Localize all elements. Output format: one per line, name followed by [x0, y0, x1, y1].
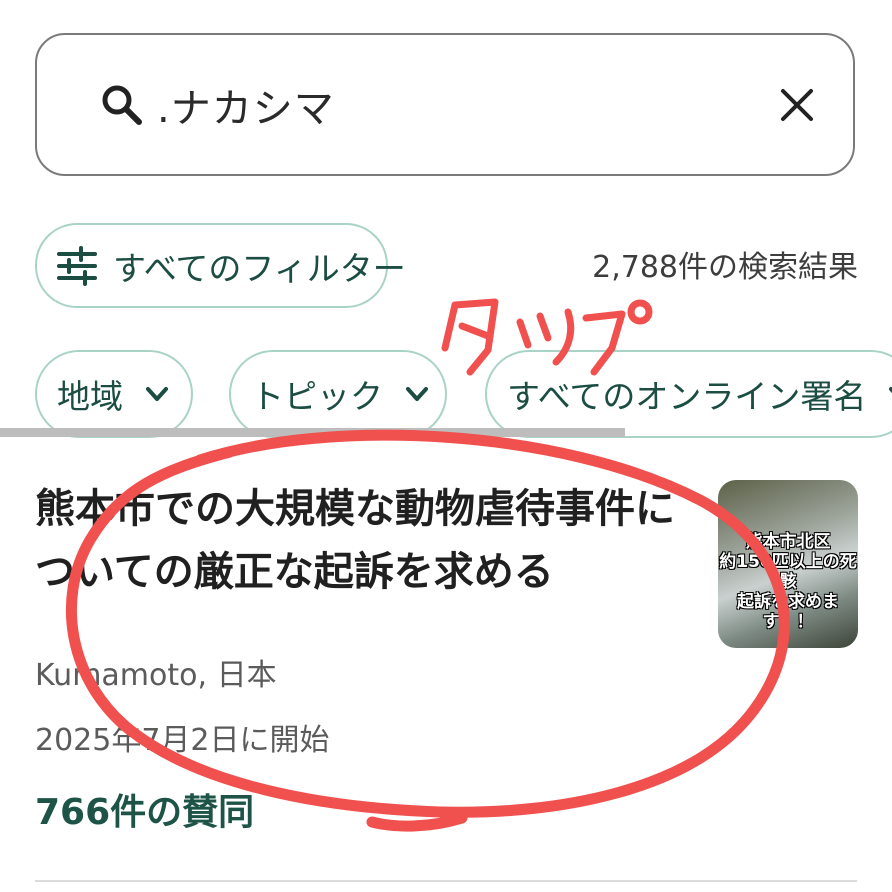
petition-title[interactable]: 熊本市での大規模な動物虐待事件についての厳正な起訴を求める [35, 478, 675, 604]
supporter-count: 766件の賛同 [35, 792, 255, 833]
chip-region[interactable]: 地域 [35, 350, 193, 438]
all-filters-button[interactable]: すべてのフィルター [35, 223, 406, 308]
horizontal-scrollbar[interactable] [0, 428, 625, 437]
thumbnail-caption: 熊本市北区 約150匹以上の死骸 起訴を求めます！！ [719, 532, 857, 632]
chevron-down-icon [406, 387, 428, 401]
close-icon[interactable] [777, 85, 817, 125]
search-input[interactable]: .ナカシマ [157, 76, 335, 134]
chip-label: トピック [251, 377, 383, 416]
divider [35, 880, 857, 882]
chevron-down-icon [146, 387, 168, 401]
sliders-icon [57, 245, 97, 286]
chip-label: 地域 [57, 377, 123, 416]
petition-start-date: 2025年7月2日に開始 [35, 723, 330, 758]
results-count: 2,788件の検索結果 [592, 250, 858, 285]
chip-topic[interactable]: トピック [229, 350, 447, 438]
petition-thumbnail[interactable]: 熊本市北区 約150匹以上の死骸 起訴を求めます！！ [718, 480, 858, 648]
petition-location: Kumamoto, 日本 [35, 658, 277, 693]
annotation-tail [366, 812, 468, 832]
all-filters-label: すべてのフィルター [113, 248, 406, 288]
chip-signature-type[interactable]: すべてのオンライン署名 [485, 350, 892, 438]
chip-label: すべてのオンライン署名 [507, 377, 867, 416]
chevron-down-icon [889, 387, 892, 393]
search-icon [102, 85, 142, 125]
search-field[interactable]: .ナカシマ [35, 33, 855, 176]
